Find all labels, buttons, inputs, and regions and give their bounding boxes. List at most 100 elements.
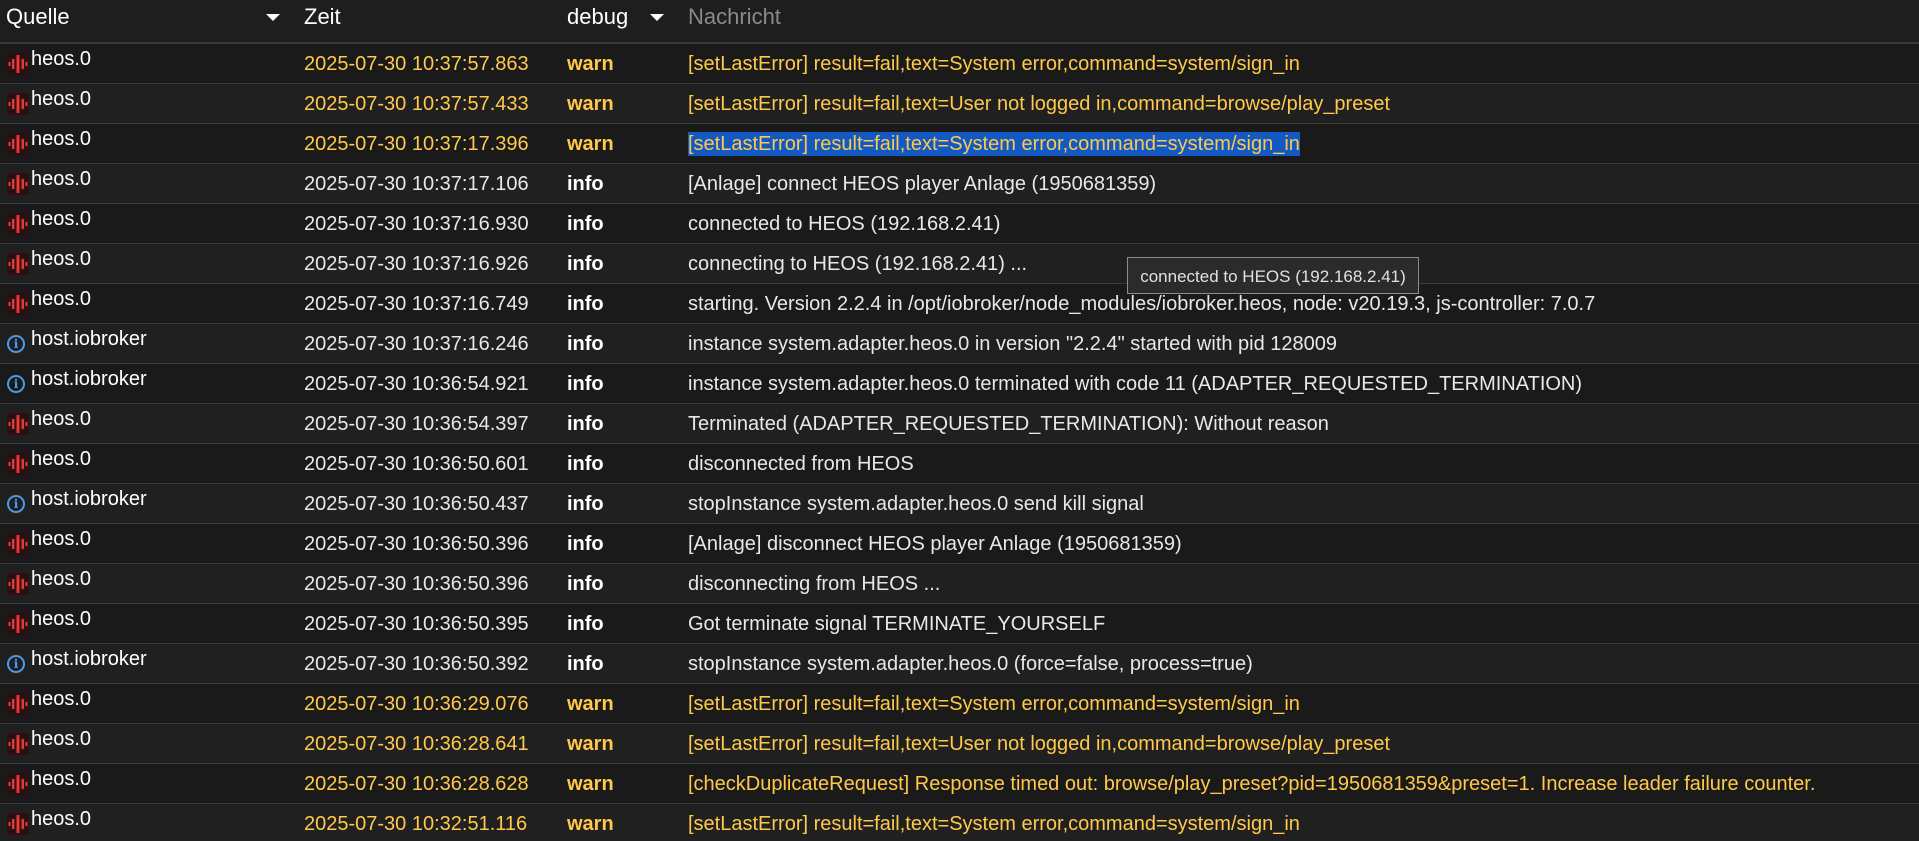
level-dropdown-icon[interactable] <box>650 14 664 21</box>
log-source: heos.0 <box>31 88 92 110</box>
log-source: heos.0 <box>31 728 92 750</box>
info-icon: i <box>7 335 25 353</box>
heos-adapter-icon-wrap <box>7 53 29 75</box>
log-time: 2025-07-30 10:36:50.395 <box>304 613 529 635</box>
log-time: 2025-07-30 10:36:28.628 <box>304 773 529 795</box>
log-message-text: connecting to HEOS (192.168.2.41) ... <box>688 253 1028 275</box>
heos-adapter-icon <box>7 813 29 835</box>
log-row[interactable]: heos.0 2025-07-30 10:36:28.641 warn [setLas… <box>0 724 1919 764</box>
info-icon: i <box>7 655 25 673</box>
log-row[interactable]: i host.iobroker 2025-07-30 10:37:16.246 inf… <box>0 324 1919 364</box>
log-source: heos.0 <box>31 448 92 470</box>
log-message-text: [setLastError] result=fail,text=System e… <box>688 53 1300 75</box>
heos-adapter-icon <box>7 533 29 555</box>
log-row[interactable]: heos.0 2025-07-30 10:37:17.106 info [Anlage… <box>0 164 1919 204</box>
log-message: stopInstance system.adapter.heos.0 send … <box>688 484 1144 523</box>
log-message: instance system.adapter.heos.0 in versio… <box>688 324 1337 363</box>
log-row[interactable]: heos.0 2025-07-30 10:37:16.749 info startin… <box>0 284 1919 324</box>
heos-adapter-icon <box>7 573 29 595</box>
log-row[interactable]: heos.0 2025-07-30 10:37:57.863 warn [setLas… <box>0 44 1919 84</box>
log-time: 2025-07-30 10:36:29.076 <box>304 693 529 715</box>
log-level: warn <box>567 133 614 155</box>
log-message-text: connected to HEOS (192.168.2.41) <box>688 213 1001 235</box>
log-time: 2025-07-30 10:37:16.930 <box>304 213 529 235</box>
log-level: info <box>567 253 604 275</box>
log-message-text: Got terminate signal TERMINATE_YOURSELF <box>688 613 1106 635</box>
log-message: [setLastError] result=fail,text=System e… <box>688 44 1300 83</box>
log-message-text: [Anlage] connect HEOS player Anlage (195… <box>688 173 1157 195</box>
log-row[interactable]: heos.0 2025-07-30 10:37:16.930 info connect… <box>0 204 1919 244</box>
log-table: Quelle Zeit debug Nachricht heos.0 2025-0… <box>0 0 1919 841</box>
log-row[interactable]: i host.iobroker 2025-07-30 10:36:50.392 inf… <box>0 644 1919 684</box>
log-time: 2025-07-30 10:37:57.433 <box>304 93 529 115</box>
info-icon: i <box>7 495 25 513</box>
log-level: warn <box>567 93 614 115</box>
log-message: [setLastError] result=fail,text=System e… <box>688 684 1300 723</box>
log-message: disconnected from HEOS <box>688 444 914 483</box>
log-message: connecting to HEOS (192.168.2.41) ... <box>688 244 1027 283</box>
log-rows: heos.0 2025-07-30 10:37:57.863 warn [setLas… <box>0 44 1919 841</box>
log-message: [checkDuplicateRequest] Response timed o… <box>688 764 1815 803</box>
log-row[interactable]: heos.0 2025-07-30 10:36:29.076 warn [setLas… <box>0 684 1919 724</box>
message-filter-input[interactable]: Nachricht <box>688 0 781 34</box>
log-row[interactable]: i host.iobroker 2025-07-30 10:36:50.437 inf… <box>0 484 1919 524</box>
log-table-header: Quelle Zeit debug Nachricht <box>0 0 1919 44</box>
log-source: host.iobroker <box>31 648 147 670</box>
log-row[interactable]: heos.0 2025-07-30 10:37:16.926 info connect… <box>0 244 1919 284</box>
log-source: heos.0 <box>31 48 92 70</box>
source-filter-header[interactable]: Quelle <box>6 0 286 34</box>
info-icon-wrap: i <box>7 493 29 515</box>
log-source: heos.0 <box>31 288 92 310</box>
log-level: info <box>567 373 604 395</box>
heos-adapter-icon-wrap <box>7 453 29 475</box>
log-time: 2025-07-30 10:37:17.396 <box>304 133 529 155</box>
log-message: [setLastError] result=fail,text=System e… <box>688 804 1300 841</box>
log-message: Got terminate signal TERMINATE_YOURSELF <box>688 604 1105 643</box>
log-level: warn <box>567 733 614 755</box>
log-message: [Anlage] connect HEOS player Anlage (195… <box>688 164 1156 203</box>
heos-adapter-icon <box>7 93 29 115</box>
log-row[interactable]: heos.0 2025-07-30 10:37:57.433 warn [setLas… <box>0 84 1919 124</box>
log-row[interactable]: heos.0 2025-07-30 10:37:17.396 warn [setLas… <box>0 124 1919 164</box>
info-icon-wrap: i <box>7 373 29 395</box>
log-level: info <box>567 653 604 675</box>
log-row[interactable]: heos.0 2025-07-30 10:36:50.396 info disconn… <box>0 564 1919 604</box>
log-message: [setLastError] result=fail,text=User not… <box>688 724 1390 763</box>
log-row[interactable]: heos.0 2025-07-30 10:36:50.396 info [Anlage… <box>0 524 1919 564</box>
level-filter-header[interactable]: debug <box>567 0 628 34</box>
log-row[interactable]: heos.0 2025-07-30 10:36:54.397 info Termina… <box>0 404 1919 444</box>
log-level: info <box>567 613 604 635</box>
log-level: info <box>567 333 604 355</box>
heos-adapter-icon <box>7 453 29 475</box>
log-row[interactable]: heos.0 2025-07-30 10:36:50.395 info Got ter… <box>0 604 1919 644</box>
log-time: 2025-07-30 10:32:51.116 <box>304 813 528 835</box>
log-row[interactable]: heos.0 2025-07-30 10:36:28.628 warn [checkD… <box>0 764 1919 804</box>
log-time: 2025-07-30 10:36:50.396 <box>304 573 529 595</box>
log-message: connected to HEOS (192.168.2.41) <box>688 204 1000 243</box>
heos-adapter-icon <box>7 773 29 795</box>
log-message: [setLastError] result=fail,text=User not… <box>688 84 1390 123</box>
log-message-text: stopInstance system.adapter.heos.0 send … <box>688 493 1144 515</box>
heos-adapter-icon-wrap <box>7 813 29 835</box>
log-message-text: [setLastError] result=fail,text=User not… <box>688 93 1391 115</box>
log-time: 2025-07-30 10:36:50.437 <box>304 493 529 515</box>
heos-adapter-icon-wrap <box>7 173 29 195</box>
log-time: 2025-07-30 10:37:16.926 <box>304 253 529 275</box>
info-icon-wrap: i <box>7 333 29 355</box>
heos-adapter-icon-wrap <box>7 413 29 435</box>
log-level: info <box>567 453 604 475</box>
log-source: host.iobroker <box>31 368 147 390</box>
log-time: 2025-07-30 10:37:57.863 <box>304 53 529 75</box>
log-message: [Anlage] disconnect HEOS player Anlage (… <box>688 524 1182 563</box>
log-message-text: [Anlage] disconnect HEOS player Anlage (… <box>688 533 1182 555</box>
source-dropdown-icon[interactable] <box>266 14 280 21</box>
log-row[interactable]: i host.iobroker 2025-07-30 10:36:54.921 inf… <box>0 364 1919 404</box>
info-icon: i <box>7 375 25 393</box>
log-level: warn <box>567 693 614 715</box>
log-row[interactable]: heos.0 2025-07-30 10:32:51.116 warn [setLas… <box>0 804 1919 841</box>
heos-adapter-icon <box>7 213 29 235</box>
log-row[interactable]: heos.0 2025-07-30 10:36:50.601 info disconn… <box>0 444 1919 484</box>
log-message-text: [setLastError] result=fail,text=User not… <box>688 733 1391 755</box>
log-level: info <box>567 293 604 315</box>
log-message-text: [setLastError] result=fail,text=System e… <box>688 813 1300 835</box>
